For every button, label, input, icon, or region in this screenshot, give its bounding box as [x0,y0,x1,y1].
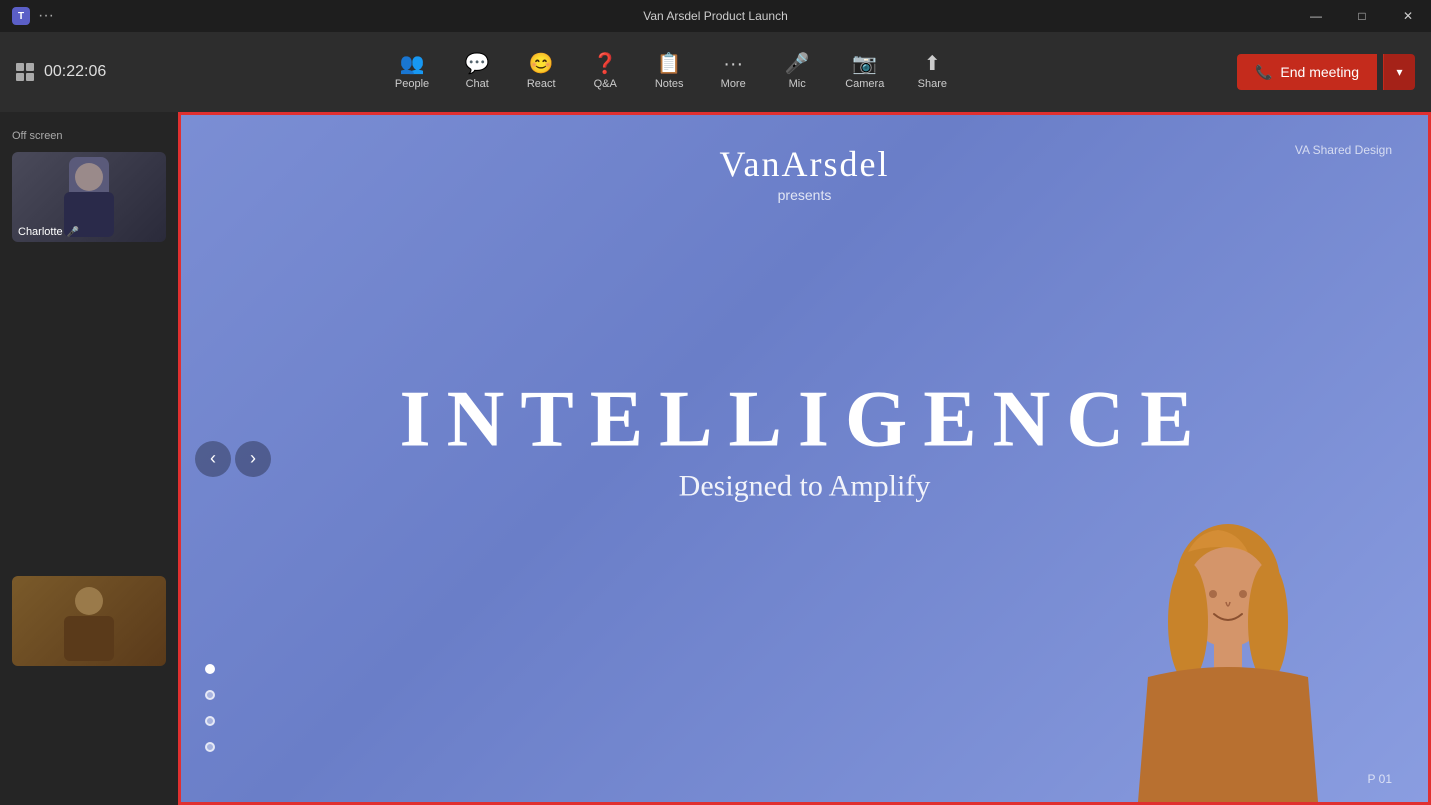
notes-icon: 📋 [657,54,682,74]
chat-label: Chat [466,78,489,90]
main-content: Off screen Charlotte 🎤 [0,112,1431,805]
toolbar: 00:22:06 👥 People 💬 Chat 😊 React ❓ Q&A 📋… [0,32,1431,112]
titlebar: T ··· Van Arsdel Product Launch — □ ✕ [0,0,1431,32]
toolbar-right: 📞 End meeting ▾ [1237,54,1415,90]
notes-label: Notes [655,78,684,90]
participant-2-silhouette [49,581,129,661]
react-button[interactable]: 😊 React [511,46,571,98]
presentation-area: ‹ › VanArsdel presents VA Shared Design … [178,112,1431,805]
react-label: React [527,78,556,90]
people-icon: 👥 [400,54,425,74]
slide-brand-name: VanArsdel [720,143,890,185]
window-controls: — □ ✕ [1293,0,1431,32]
mic-label: Mic [789,78,806,90]
slide-person-image [1088,522,1368,802]
charlotte-name-tag: Charlotte 🎤 [18,226,79,238]
qa-button[interactable]: ❓ Q&A [575,46,635,98]
slide-next-button[interactable]: › [235,441,271,477]
slide-dot-1[interactable] [205,664,215,674]
share-label: Share [918,78,947,90]
chevron-down-icon: ▾ [1396,65,1402,79]
end-meeting-label: End meeting [1280,64,1359,80]
meeting-title: Van Arsdel Product Launch [643,9,788,23]
end-meeting-button[interactable]: 📞 End meeting [1237,54,1377,90]
charlotte-silhouette [49,157,129,237]
end-meeting-dropdown-button[interactable]: ▾ [1383,54,1415,90]
participant-charlotte-thumb[interactable]: Charlotte 🎤 [12,152,166,242]
share-icon: ⬆ [924,54,941,74]
qa-icon: ❓ [593,54,618,74]
presenter-person-svg [1088,522,1368,802]
end-phone-icon: 📞 [1255,64,1272,81]
chat-button[interactable]: 💬 Chat [447,46,507,98]
titlebar-dots-menu[interactable]: ··· [38,7,54,25]
slide-next-icon: › [250,448,256,469]
minimize-button[interactable]: — [1293,0,1339,32]
people-label: People [395,78,429,90]
slide-page-number: P 01 [1368,772,1392,786]
toolbar-center: 👥 People 💬 Chat 😊 React ❓ Q&A 📋 Notes ··… [381,46,962,98]
participant-2-thumb[interactable] [12,576,166,666]
slide-prev-button[interactable]: ‹ [195,441,231,477]
off-screen-label: Off screen [0,124,178,148]
react-icon: 😊 [529,54,554,74]
slide-prev-icon: ‹ [210,448,216,469]
sidebar: Off screen Charlotte 🎤 [0,112,178,805]
slide-va-label: VA Shared Design [1295,143,1392,157]
charlotte-mic-off-icon: 🎤 [67,227,79,238]
slide-heading: INTELLIGENCE [400,374,1210,465]
close-button[interactable]: ✕ [1385,0,1431,32]
slide-dot-3[interactable] [205,716,215,726]
qa-label: Q&A [594,78,617,90]
more-button[interactable]: ··· More [703,46,763,98]
slide-brand: VanArsdel presents [720,143,890,203]
notes-button[interactable]: 📋 Notes [639,46,699,98]
more-icon: ··· [723,54,743,74]
camera-icon: 📷 [852,54,877,74]
slide-main-text: INTELLIGENCE Designed to Amplify [400,374,1210,503]
camera-button[interactable]: 📷 Camera [831,46,898,98]
camera-label: Camera [845,78,884,90]
grid-view-toggle[interactable] [16,63,34,81]
slide-dot-4[interactable] [205,742,215,752]
slide-brand-presents: presents [720,187,890,203]
slide-dots [205,664,215,752]
slide-subheading: Designed to Amplify [400,469,1210,503]
meeting-timer: 00:22:06 [44,63,106,81]
mic-button[interactable]: 🎤 Mic [767,46,827,98]
teams-app-icon: T [12,7,30,25]
toolbar-left: 00:22:06 [16,63,106,81]
people-button[interactable]: 👥 People [381,46,443,98]
mic-icon: 🎤 [785,54,810,74]
more-label: More [721,78,746,90]
teams-logo-text: T [18,11,24,22]
slide-dot-2[interactable] [205,690,215,700]
chat-icon: 💬 [465,54,490,74]
maximize-button[interactable]: □ [1339,0,1385,32]
share-button[interactable]: ⬆ Share [902,46,962,98]
grid-icon [16,63,34,81]
participant-2-video-bg [12,576,166,666]
